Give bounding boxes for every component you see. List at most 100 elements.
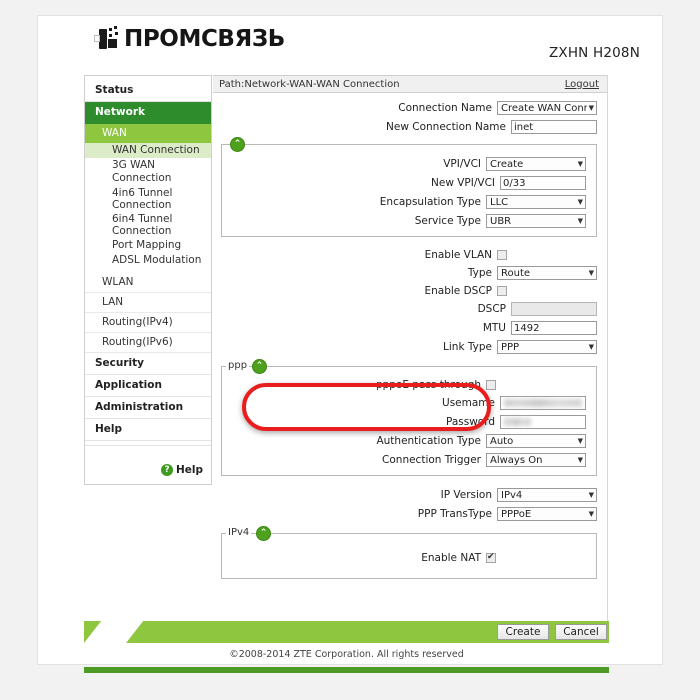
enable-vlan-label: Enable VLAN: [424, 249, 492, 261]
sidebar-item-routing-ipv4[interactable]: Routing(IPv4): [85, 313, 211, 333]
sidebar-item-network[interactable]: Network: [85, 102, 211, 124]
row-connection-trigger: Connection Trigger Always On ▼: [222, 453, 586, 467]
new-connection-name-input[interactable]: inet: [511, 120, 597, 134]
chevron-down-icon: ▼: [588, 342, 594, 351]
page-body: Status Network WAN WAN Connection 3G WAN…: [38, 71, 662, 673]
service-type-value: UBR: [490, 215, 512, 227]
encapsulation-type-select[interactable]: LLC ▼: [486, 195, 586, 209]
brand-logo: ПРОМСВЯЗЬ: [94, 26, 285, 52]
vpi-vci-select[interactable]: Create ▼: [486, 157, 586, 171]
username-input[interactable]: [500, 396, 586, 410]
copyright-text: ©2008-2014 ZTE Corporation. All rights r…: [229, 649, 464, 660]
sidebar-item-4in6-tunnel-connection[interactable]: 4in6 Tunnel Connection: [85, 186, 211, 212]
collapse-up-icon[interactable]: ⌃: [252, 359, 267, 374]
chevron-down-icon: ▼: [577, 159, 583, 168]
masked-password-value: [504, 418, 532, 426]
pppoe-pass-through-checkbox[interactable]: [486, 380, 496, 390]
ip-version-label: IP Version: [440, 489, 492, 501]
sidebar-nav: Status Network WAN WAN Connection 3G WAN…: [84, 75, 212, 485]
chevron-down-icon: ▼: [577, 197, 583, 206]
ppp-transtype-label: PPP TransType: [417, 508, 492, 520]
sidebar-item-wan-connection[interactable]: WAN Connection: [85, 143, 211, 158]
enable-nat-checkbox[interactable]: [486, 552, 496, 563]
wan-connection-form: Connection Name Create WAN Conne ▼ New C…: [213, 93, 607, 579]
link-type-label: Link Type: [443, 341, 492, 353]
ppp-group-legend: ppp: [226, 360, 250, 371]
connection-trigger-label: Connection Trigger: [382, 454, 481, 466]
question-mark-icon: ?: [160, 464, 173, 476]
authentication-type-label: Authentication Type: [376, 435, 481, 447]
enable-nat-label: Enable NAT: [421, 552, 481, 564]
collapse-up-icon[interactable]: ⌃: [230, 137, 245, 152]
masked-username-value: [504, 399, 582, 407]
brand-header: ПРОМСВЯЗЬ ZXHN H208N: [38, 16, 662, 71]
connection-trigger-select[interactable]: Always On ▼: [486, 453, 586, 467]
ip-version-select[interactable]: IPv4 ▼: [497, 488, 597, 502]
pppoe-pass-through-label: pppoE pass through: [375, 379, 481, 391]
ppp-group: ppp ⌃ pppoE pass through Usemame Passwor…: [221, 359, 597, 476]
vpi-vci-label: VPI/VCI: [443, 158, 481, 170]
help-label: Help: [175, 464, 203, 476]
row-vpi-vci: VPI/VCI Create ▼: [222, 157, 586, 171]
sidebar-item-adsl-modulation[interactable]: ADSL Modulation: [85, 253, 211, 268]
vpi-vci-value: Create: [490, 158, 524, 170]
sidebar-help-link[interactable]: ? Help: [85, 445, 211, 484]
ipv4-group-legend: IPv4: [226, 527, 252, 538]
row-mtu: MTU 1492: [213, 321, 597, 335]
sidebar-item-3g-wan-connection[interactable]: 3G WAN Connection: [85, 158, 211, 186]
breadcrumb: Path:Network-WAN-WAN Connection: [219, 78, 400, 90]
dscp-input: [511, 302, 597, 316]
ppp-transtype-value: PPPoE: [501, 508, 532, 520]
row-new-connection-name: New Connection Name inet: [213, 120, 597, 134]
mtu-input[interactable]: 1492: [511, 321, 597, 335]
row-dscp: DSCP: [213, 302, 597, 316]
connection-name-select[interactable]: Create WAN Conne ▼: [497, 101, 597, 115]
sidebar-item-wlan[interactable]: WLAN: [85, 273, 211, 293]
footer-action-band: Create Cancel: [84, 621, 609, 643]
sidebar-item-wan[interactable]: WAN: [85, 124, 211, 143]
router-admin-page: ПРОМСВЯЗЬ ZXHN H208N Status Network WAN …: [38, 16, 662, 673]
sidebar-item-routing-ipv6[interactable]: Routing(IPv6): [85, 333, 211, 353]
sidebar-item-6in4-tunnel-connection[interactable]: 6in4 Tunnel Connection: [85, 212, 211, 238]
link-type-select[interactable]: PPP ▼: [497, 340, 597, 354]
service-type-select[interactable]: UBR ▼: [486, 214, 586, 228]
encapsulation-type-value: LLC: [490, 196, 509, 208]
ip-version-value: IPv4: [501, 489, 523, 501]
create-button[interactable]: Create: [497, 624, 549, 640]
ppp-transtype-select[interactable]: PPPoE ▼: [497, 507, 597, 521]
sidebar-item-status[interactable]: Status: [85, 80, 211, 102]
new-vpi-vci-input[interactable]: 0/33: [500, 176, 586, 190]
row-new-vpi-vci: New VPI/VCI 0/33: [222, 176, 586, 190]
logout-link[interactable]: Logout: [565, 79, 599, 90]
row-pppoe-pass-through: pppoE pass through: [222, 379, 586, 391]
type-select[interactable]: Route ▼: [497, 266, 597, 280]
mtu-label: MTU: [482, 322, 506, 334]
type-label: Type: [467, 267, 492, 279]
authentication-type-value: Auto: [490, 435, 514, 447]
chevron-down-icon: ▼: [577, 455, 583, 464]
enable-dscp-checkbox[interactable]: [497, 286, 507, 296]
collapse-up-icon[interactable]: ⌃: [256, 526, 271, 541]
sidebar-item-administration[interactable]: Administration: [85, 397, 211, 419]
chevron-down-icon: ▼: [588, 509, 594, 518]
authentication-type-select[interactable]: Auto ▼: [486, 434, 586, 448]
sidebar-item-security[interactable]: Security: [85, 353, 211, 375]
cancel-button[interactable]: Cancel: [555, 624, 607, 640]
sidebar-item-port-mapping[interactable]: Port Mapping: [85, 238, 211, 253]
password-label: Password: [445, 416, 495, 428]
breadcrumb-bar: Path:Network-WAN-WAN Connection Logout: [213, 75, 607, 93]
footer-green-rule: [84, 667, 609, 673]
enable-dscp-label: Enable DSCP: [424, 285, 492, 297]
row-enable-nat: Enable NAT: [222, 552, 586, 564]
connection-name-label: Connection Name: [398, 102, 492, 114]
sidebar-item-help[interactable]: Help: [85, 419, 211, 441]
sidebar-item-lan[interactable]: LAN: [85, 293, 211, 313]
link-type-value: PPP: [501, 341, 520, 353]
enable-vlan-checkbox[interactable]: [497, 250, 507, 260]
dscp-label: DSCP: [477, 303, 506, 315]
content-panel: Path:Network-WAN-WAN Connection Logout C…: [213, 75, 608, 621]
sidebar-item-application[interactable]: Application: [85, 375, 211, 397]
password-input[interactable]: [500, 415, 586, 429]
chevron-down-icon: ▼: [588, 490, 594, 499]
row-ppp-transtype: PPP TransType PPPoE ▼: [213, 507, 597, 521]
